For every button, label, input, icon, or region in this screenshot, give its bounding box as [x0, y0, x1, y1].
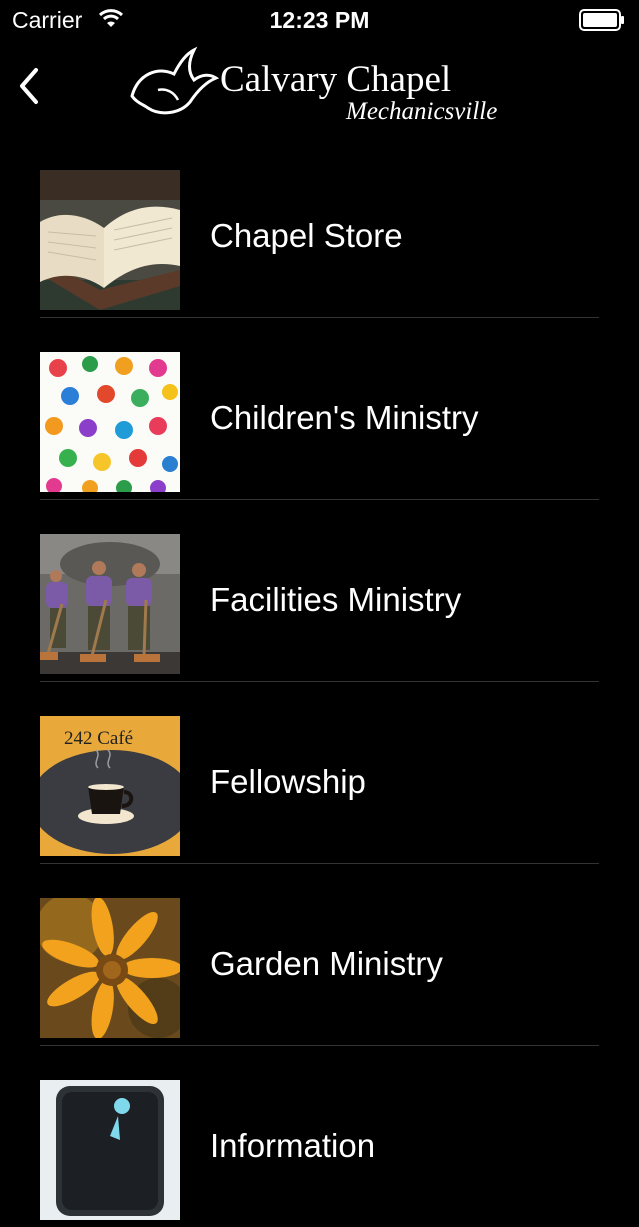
open-book-image	[40, 170, 180, 310]
status-bar: Carrier 12:23 PM	[0, 0, 639, 40]
list-item-garden-ministry[interactable]: Garden Ministry	[0, 863, 639, 1046]
list-item-facilities-ministry[interactable]: Facilities Ministry	[0, 499, 639, 682]
ministry-list: Chapel Store Children's Ministry Facilit…	[0, 135, 639, 1227]
battery-icon	[579, 9, 624, 31]
list-item-childrens-ministry[interactable]: Children's Ministry	[0, 317, 639, 500]
handprints-image	[40, 352, 180, 492]
flower-image	[40, 898, 180, 1038]
list-item-information[interactable]: Information	[0, 1045, 639, 1227]
back-chevron-icon[interactable]	[14, 64, 44, 108]
list-item-label: Chapel Store	[210, 217, 403, 254]
list-item-label: Garden Ministry	[210, 945, 443, 982]
list-item-label: Children's Ministry	[210, 399, 479, 436]
information-sign-image	[40, 1080, 180, 1220]
list-item-label: Facilities Ministry	[210, 581, 462, 618]
sweepers-image	[40, 534, 180, 674]
dove-logo-icon	[130, 46, 220, 115]
logo-subtitle: Mechanicsville	[346, 98, 498, 125]
cafe-logo-image: 242 Café	[40, 716, 180, 856]
list-item-fellowship[interactable]: 242 Café Fellowship	[0, 681, 639, 864]
cafe-logo-text: 242 Café	[64, 728, 133, 749]
list-item-label: Fellowship	[210, 763, 366, 800]
status-time: 12:23 PM	[269, 7, 370, 33]
list-item-chapel-store[interactable]: Chapel Store	[0, 135, 639, 318]
list-item-label: Information	[210, 1127, 376, 1164]
logo-title: Calvary Chapel	[220, 59, 452, 100]
navigation-bar: Calvary Chapel Mechanicsville	[0, 40, 639, 135]
